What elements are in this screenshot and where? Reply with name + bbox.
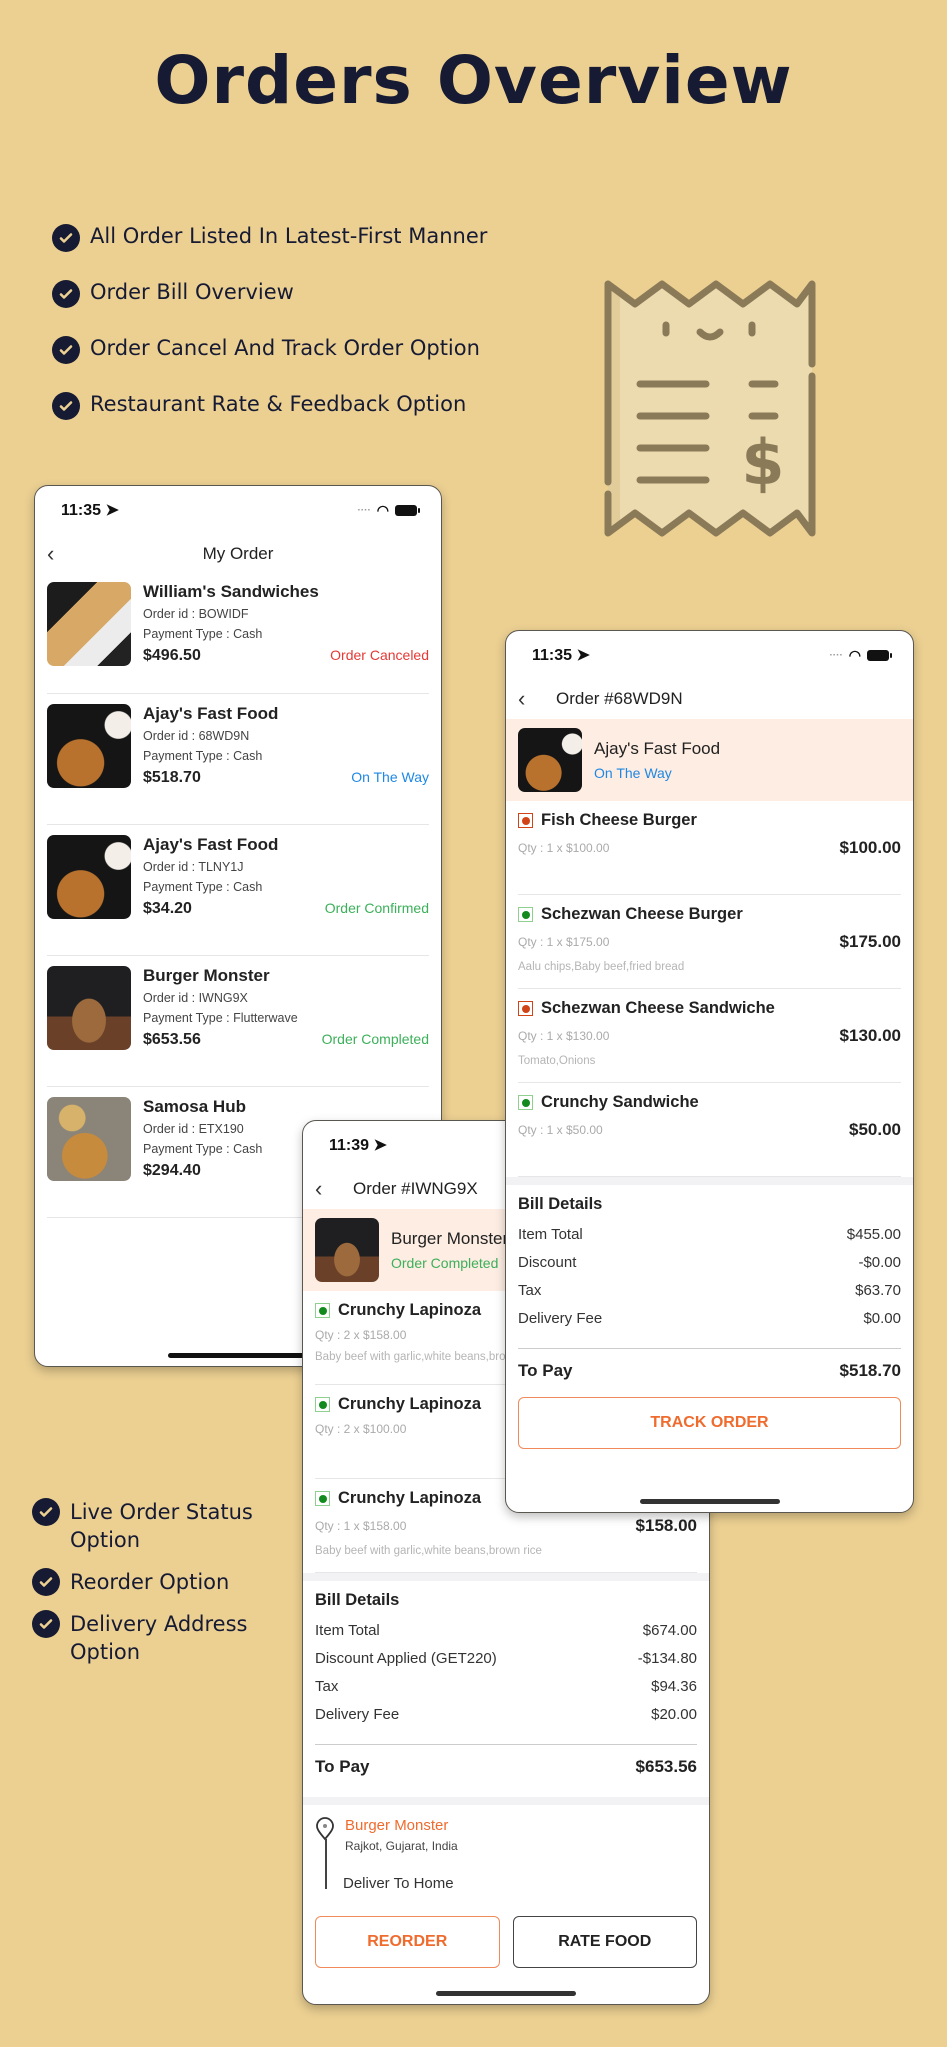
bill-details: Bill Details Item Total $674.00 Discount … (315, 1591, 697, 1776)
nonveg-indicator-icon (518, 1001, 533, 1016)
feature-item: All Order Listed In Latest-First Manner (52, 224, 487, 280)
check-circle-icon (52, 224, 80, 252)
order-list-item[interactable]: Ajay's Fast Food Order id : TLNY1J Payme… (47, 825, 429, 956)
status-badge: Order Canceled (330, 647, 429, 663)
screen-title: Order #68WD9N (556, 689, 683, 708)
to-pay-row: To Pay $653.56 (315, 1757, 697, 1776)
back-button[interactable]: ‹ (47, 541, 71, 567)
check-circle-icon (32, 1568, 60, 1596)
location-arrow-icon: ➤ (373, 1137, 387, 1154)
veg-indicator-icon (518, 1095, 533, 1110)
location-arrow-icon: ➤ (576, 647, 590, 664)
feature-item: Restaurant Rate & Feedback Option (52, 392, 487, 448)
location-arrow-icon: ➤ (105, 502, 119, 519)
veg-indicator-icon (518, 907, 533, 922)
veg-indicator-icon (315, 1303, 330, 1318)
check-circle-icon (52, 280, 80, 308)
action-buttons: REORDER RATE FOOD (315, 1916, 697, 1968)
check-circle-icon (52, 336, 80, 364)
order-detail-screen-on-the-way: 11:35 ➤ ···· ◠ ‹ Order #68WD9N Ajay's Fas… (505, 630, 914, 1513)
restaurant-image (47, 582, 131, 666)
bill-row: Discount Applied (GET220) -$134.80 (315, 1650, 697, 1667)
signal-icon: ···· (829, 649, 843, 661)
nav-bar: ‹ My Order (35, 534, 441, 574)
bill-row: Delivery Fee $20.00 (315, 1706, 697, 1723)
svg-text:$: $ (741, 426, 784, 499)
page-title: Orders Overview (154, 42, 793, 119)
order-total: $496.50 (143, 647, 201, 664)
restaurant-image (47, 1097, 131, 1181)
check-circle-icon (32, 1498, 60, 1526)
back-button[interactable]: ‹ (315, 1176, 339, 1202)
bill-row: Item Total $674.00 (315, 1622, 697, 1639)
location-pin-icon (316, 1817, 334, 1841)
bill-row: Tax $63.70 (518, 1282, 901, 1299)
battery-icon (395, 504, 420, 516)
feature-item: Order Cancel And Track Order Option (52, 336, 487, 392)
feature-item: Order Bill Overview (52, 280, 487, 336)
order-list-item[interactable]: Ajay's Fast Food Order id : 68WD9N Payme… (47, 694, 429, 825)
status-badge: Order Completed (321, 1031, 429, 1047)
feature-item: Live Order Status Option (32, 1498, 302, 1554)
restaurant-image (518, 728, 582, 792)
order-list-item[interactable]: William's Sandwiches Order id : BOWIDF P… (47, 574, 429, 694)
feature-list-bottom: Live Order Status Option Reorder Option … (32, 1498, 302, 1680)
delivery-address-section: Burger Monster Rajkot, Gujarat, India De… (303, 1805, 709, 1895)
status-badge: On The Way (351, 769, 429, 785)
bill-row: Tax $94.36 (315, 1678, 697, 1695)
screen-title: My Order (202, 544, 274, 563)
home-indicator (168, 1353, 308, 1358)
track-order-button[interactable]: TRACK ORDER (518, 1397, 901, 1449)
wifi-icon: ◠ (376, 501, 389, 518)
order-list-item[interactable]: Burger Monster Order id : IWNG9X Payment… (47, 956, 429, 1087)
restaurant-image (47, 704, 131, 788)
bill-row: Delivery Fee $0.00 (518, 1310, 901, 1327)
nonveg-indicator-icon (518, 813, 533, 828)
wifi-icon: ◠ (848, 646, 861, 663)
order-total: $518.70 (143, 769, 201, 786)
bill-row: Item Total $455.00 (518, 1226, 901, 1243)
feature-item: Delivery Address Option (32, 1610, 302, 1666)
route-line (325, 1839, 327, 1889)
order-item: Schezwan Cheese Sandwiche Qty : 1 x $130… (518, 989, 901, 1083)
check-circle-icon (52, 392, 80, 420)
restaurant-image (315, 1218, 379, 1282)
veg-indicator-icon (315, 1491, 330, 1506)
order-item: Fish Cheese Burger Qty : 1 x $100.00 $100… (518, 801, 901, 895)
status-badge: Order Confirmed (324, 900, 429, 916)
status-badge: Order Completed (391, 1255, 499, 1271)
feature-list-top: All Order Listed In Latest-First Manner … (52, 224, 487, 448)
nav-bar: ‹ Order #68WD9N (506, 679, 913, 719)
screen-title: Order #IWNG9X (353, 1179, 478, 1198)
order-item: Schezwan Cheese Burger Qty : 1 x $175.00… (518, 895, 901, 989)
check-circle-icon (32, 1610, 60, 1638)
order-items: Fish Cheese Burger Qty : 1 x $100.00 $100… (506, 801, 913, 1177)
order-item: Crunchy Sandwiche Qty : 1 x $50.00 $50.00 (518, 1083, 901, 1177)
order-total: $34.20 (143, 900, 192, 917)
order-total: $653.56 (143, 1031, 201, 1048)
rate-food-button[interactable]: RATE FOOD (512, 1916, 697, 1968)
receipt-icon: $ (604, 280, 816, 537)
bill-row: Discount -$0.00 (518, 1254, 901, 1271)
back-button[interactable]: ‹ (518, 686, 542, 712)
restaurant-image (47, 966, 131, 1050)
order-total: $294.40 (143, 1162, 201, 1179)
status-bar: 11:35 ➤ ···· ◠ (506, 631, 913, 679)
battery-icon (867, 649, 892, 661)
bill-details: Bill Details Item Total $455.00 Discount -… (518, 1195, 901, 1380)
restaurant-image (47, 835, 131, 919)
status-badge: On The Way (594, 765, 672, 781)
reorder-button[interactable]: REORDER (315, 1916, 500, 1968)
status-bar: 11:35 ➤ ···· ◠ (35, 486, 441, 534)
signal-icon: ···· (357, 504, 371, 516)
home-indicator (436, 1991, 576, 1996)
feature-item: Reorder Option (32, 1568, 302, 1596)
restaurant-banner: Ajay's Fast Food On The Way (506, 719, 913, 801)
to-pay-row: To Pay $518.70 (518, 1361, 901, 1380)
veg-indicator-icon (315, 1397, 330, 1412)
home-indicator (639, 1499, 780, 1504)
